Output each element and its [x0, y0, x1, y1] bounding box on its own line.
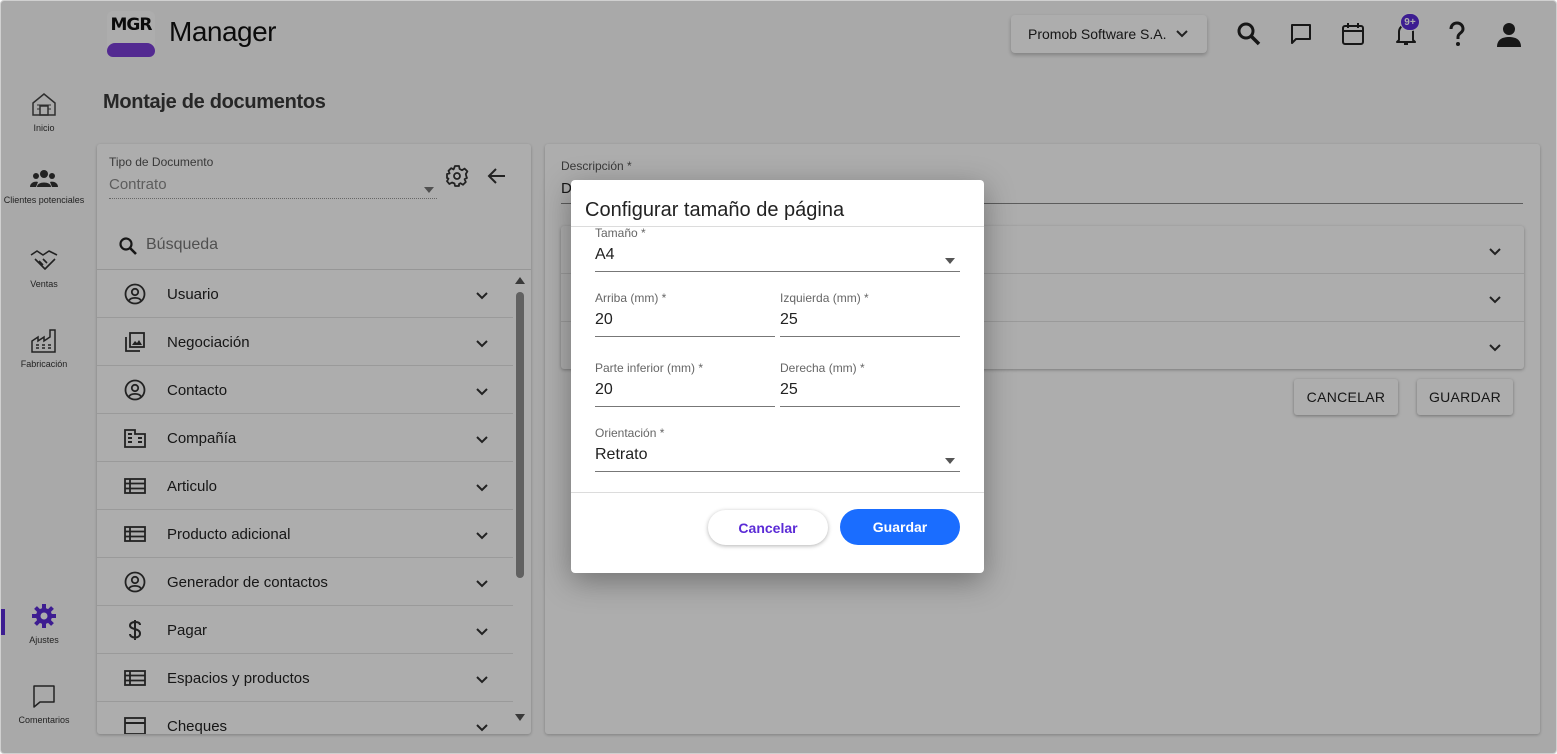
right-margin-label: Derecha (mm) *	[780, 361, 865, 375]
orientation-select[interactable]: Orientación * Retrato	[595, 426, 960, 472]
top-margin-value: 20	[595, 311, 613, 328]
field-underline	[780, 406, 960, 407]
field-underline	[780, 336, 960, 337]
size-value: A4	[595, 246, 615, 263]
bottom-margin-field[interactable]: Parte inferior (mm) * 20	[595, 361, 775, 407]
right-margin-field[interactable]: Derecha (mm) * 25	[780, 361, 960, 407]
field-underline	[595, 471, 960, 472]
top-margin-label: Arriba (mm) *	[595, 291, 667, 305]
field-underline	[595, 406, 775, 407]
caret-down-icon	[944, 252, 956, 270]
page-size-dialog: Configurar tamaño de página Tamaño * A4 …	[571, 180, 984, 573]
caret-down-icon	[944, 452, 956, 470]
orientation-value: Retrato	[595, 446, 648, 463]
field-underline	[595, 271, 960, 272]
dialog-save-button[interactable]: Guardar	[840, 509, 960, 545]
left-margin-value: 25	[780, 311, 798, 328]
left-margin-field[interactable]: Izquierda (mm) * 25	[780, 291, 960, 337]
orientation-label: Orientación *	[595, 426, 665, 440]
size-label: Tamaño *	[595, 226, 646, 240]
bottom-margin-label: Parte inferior (mm) *	[595, 361, 704, 375]
field-underline	[595, 336, 775, 337]
top-margin-field[interactable]: Arriba (mm) * 20	[595, 291, 775, 337]
dialog-footer-divider	[571, 492, 984, 493]
right-margin-value: 25	[780, 381, 798, 398]
dialog-cancel-button[interactable]: Cancelar	[708, 510, 828, 545]
app-window: MGR Manager Promob Software S.A. 9+ Inic…	[0, 0, 1557, 754]
bottom-margin-value: 20	[595, 381, 613, 398]
dialog-title: Configurar tamaño de página	[585, 199, 845, 221]
size-select[interactable]: Tamaño * A4	[595, 226, 960, 272]
left-margin-label: Izquierda (mm) *	[780, 291, 869, 305]
